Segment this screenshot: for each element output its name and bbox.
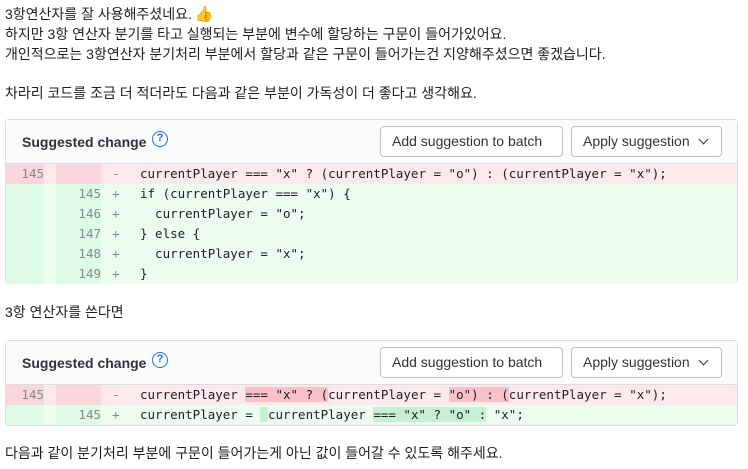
new-line-number [56, 164, 101, 184]
new-line-number[interactable]: 149 [56, 264, 101, 284]
old-line-number[interactable]: 145 [6, 164, 44, 184]
old-line-number [6, 405, 44, 425]
add-suggestion-to-batch-button[interactable]: Add suggestion to batch [380, 347, 563, 378]
diff-line-removed: 145 - currentPlayer === "x" ? (currentPl… [6, 164, 737, 184]
comment-text: 3항연산자를 잘 사용해주셨네요. [5, 6, 192, 22]
removed-token: "o") : ( [448, 387, 509, 402]
new-line-number[interactable]: 148 [56, 244, 101, 264]
diff-body: 145 - currentPlayer === "x" ? (currentPl… [6, 385, 737, 425]
code-text: } else { [140, 226, 201, 241]
diff-sign: + [112, 206, 120, 221]
diff-line-removed: 145 - currentPlayer === "x" ? (currentPl… [6, 385, 737, 405]
code-text: currentPlayer === "x" ? (currentPlayer =… [140, 385, 667, 405]
apply-suggestion-button[interactable]: Apply suggestion [571, 347, 722, 378]
code-token: currentPlayer [140, 387, 246, 402]
added-token: "x" ? "o" [395, 407, 479, 422]
diff-line-added: 146 + currentPlayer = "o"; [6, 204, 737, 224]
add-suggestion-to-batch-button[interactable]: Add suggestion to batch [380, 126, 563, 157]
code-text: currentPlayer === "x" ? (currentPlayer =… [140, 166, 667, 181]
new-line-number[interactable]: 147 [56, 224, 101, 244]
old-line-number[interactable]: 145 [6, 385, 44, 405]
code-token: currentPlayer = [140, 407, 261, 422]
new-line-number[interactable]: 145 [56, 184, 101, 204]
help-icon[interactable]: ? [152, 131, 168, 147]
diff-sign: + [112, 246, 120, 261]
code-token: "x") [629, 387, 660, 402]
diff-line-added: 148 + currentPlayer = "x"; [6, 244, 737, 264]
diff-body: 145 - currentPlayer === "x" ? (currentPl… [6, 164, 737, 284]
code-text: } [140, 266, 148, 281]
chevron-down-icon[interactable] [698, 355, 709, 366]
suggestion-header: Suggested change ? Add suggestion to bat… [6, 341, 737, 385]
diff-line-added: 145 + if (currentPlayer === "x") { [6, 184, 737, 204]
help-icon[interactable]: ? [152, 352, 168, 368]
diff-sign: - [112, 166, 120, 181]
comment-line: 다음과 같이 분기처리 부분에 구문이 들어가는게 아닌 값이 들어갈 수 있도… [5, 445, 503, 461]
comment-line: 차라리 코드를 조금 더 적더라도 다음과 같은 부분이 가독성이 더 좋다고 … [5, 85, 477, 101]
chevron-down-icon[interactable] [698, 134, 709, 145]
comment-line: 3항 연산자를 쓴다면 [5, 304, 124, 320]
code-text: currentPlayer = "o"; [140, 206, 306, 221]
comment-line: 개인적으로는 3항연산자 분기처리 부분에서 할당과 같은 구문이 들어가는건 … [5, 46, 606, 62]
code-text: if (currentPlayer === "x") { [140, 186, 351, 201]
suggestion-header: Suggested change ? Add suggestion to bat… [6, 120, 737, 164]
removed-token: === "x" ? ( [245, 387, 329, 402]
apply-suggestion-button[interactable]: Apply suggestion [571, 126, 722, 157]
code-token: currentPlayer = [328, 387, 449, 402]
old-line-number [6, 264, 44, 284]
comment-line: 3항연산자를 잘 사용해주셨네요. 👍 [5, 4, 214, 25]
code-token: currentPlayer = [508, 387, 630, 402]
old-line-number [6, 244, 44, 264]
diff-sign: + [112, 266, 120, 281]
suggested-change-block: Suggested change ? Add suggestion to bat… [5, 340, 738, 426]
code-text: currentPlayer = "x"; [140, 246, 306, 261]
diff-line-added: 149 + } [6, 264, 737, 284]
button-label: Add suggestion to batch [392, 354, 543, 370]
diff-sign: - [112, 387, 120, 402]
code-token: "x"; [486, 407, 524, 422]
new-line-number [56, 385, 101, 405]
button-label: Add suggestion to batch [392, 133, 543, 149]
suggestion-title: Suggested change [22, 355, 147, 371]
thumbs-up-icon: 👍 [194, 6, 214, 23]
suggestion-title: Suggested change [22, 134, 147, 150]
old-line-number [6, 224, 44, 244]
button-label: Apply suggestion [583, 133, 690, 149]
diff-line-added: 147 + } else { [6, 224, 737, 244]
diff-sign: + [112, 226, 120, 241]
new-line-number[interactable]: 145 [56, 405, 101, 425]
added-token: === [373, 407, 396, 422]
code-token: currentPlayer [267, 407, 374, 422]
diff-sign: + [112, 186, 120, 201]
added-token [260, 407, 268, 422]
button-label: Apply suggestion [583, 354, 690, 370]
new-line-number[interactable]: 146 [56, 204, 101, 224]
suggested-change-block: Suggested change ? Add suggestion to bat… [5, 119, 738, 284]
code-token: ; [659, 387, 667, 402]
old-line-number [6, 204, 44, 224]
code-text: currentPlayer = currentPlayer === "x" ? … [140, 405, 524, 425]
comment-line: 하지만 3항 연산자 분기를 타고 실행되는 부분에 변수에 할당하는 구문이 … [5, 26, 507, 42]
diff-line-added: 145 + currentPlayer = currentPlayer === … [6, 405, 737, 425]
diff-sign: + [112, 407, 120, 422]
old-line-number [6, 184, 44, 204]
